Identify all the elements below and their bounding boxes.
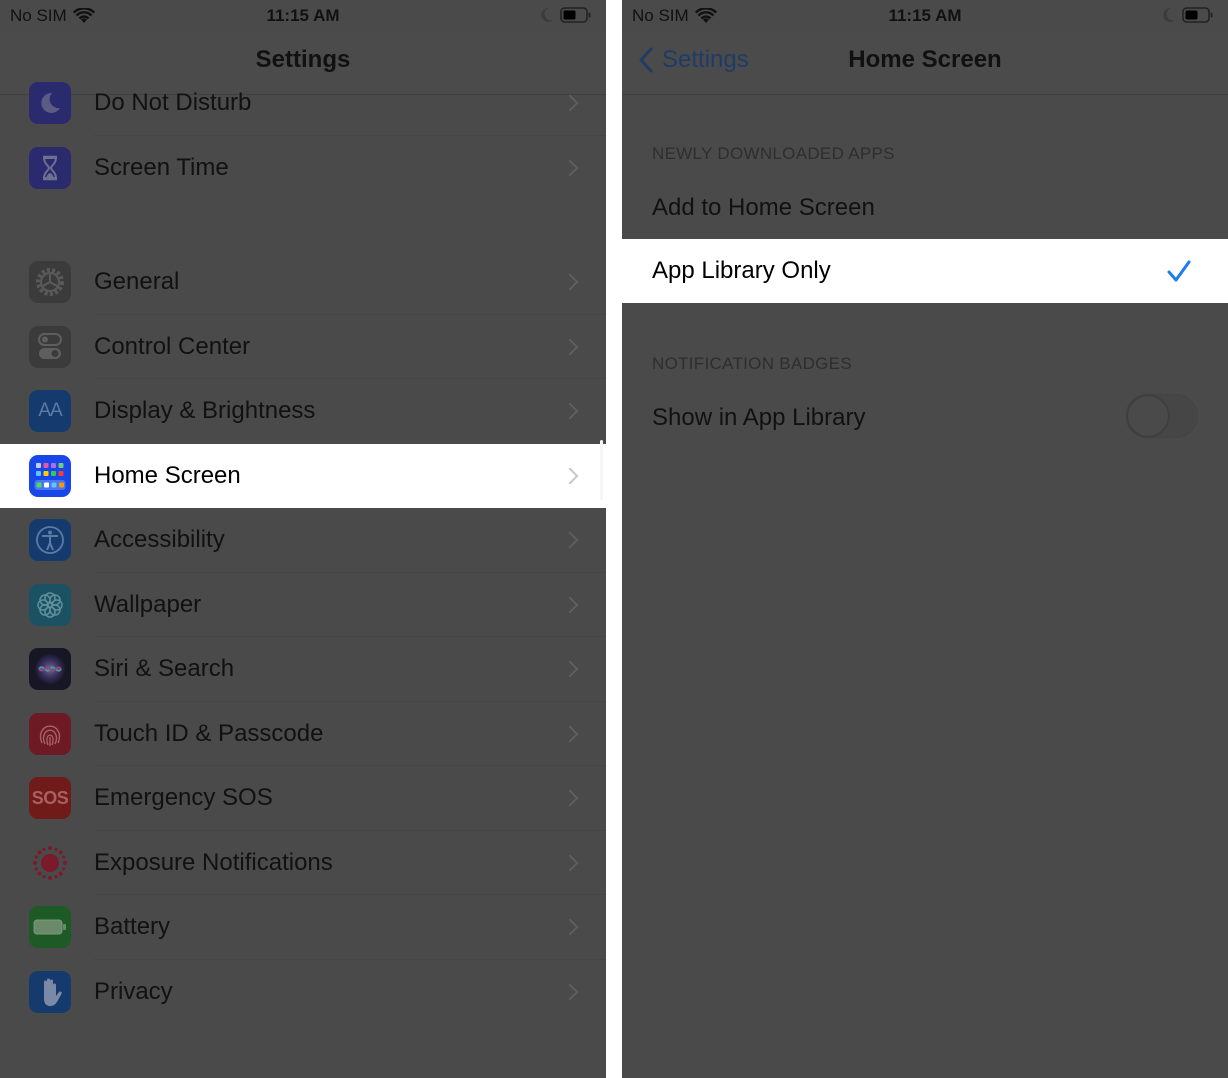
settings-item-label: General: [94, 268, 180, 296]
section-header-notification-badges: NOTIFICATION BADGES: [652, 354, 852, 373]
settings-item-label: Accessibility: [94, 526, 225, 554]
settings-item-privacy[interactable]: Privacy: [0, 960, 606, 1025]
settings-group-2: General Control Center AA Display & Brig…: [0, 250, 606, 1024]
settings-item-display-brightness[interactable]: AA Display & Brightness: [0, 379, 606, 444]
hourglass-icon: [29, 146, 71, 189]
settings-item-touch-id-passcode[interactable]: Touch ID & Passcode: [0, 702, 606, 766]
settings-item-emergency-sos[interactable]: SOS Emergency SOS: [0, 766, 606, 831]
settings-item-do-not-disturb[interactable]: Do Not Disturb: [0, 71, 606, 136]
settings-item-label: Display & Brightness: [94, 397, 316, 425]
chevron-right-icon: [561, 159, 579, 177]
hand-icon: [29, 970, 71, 1013]
option-app-library-only[interactable]: App Library Only: [622, 239, 1228, 303]
chevron-right-icon: [561, 660, 579, 678]
settings-group-1: Do Not Disturb Screen Time: [0, 71, 606, 200]
scroll-indicator[interactable]: [600, 440, 603, 500]
option-add-to-home-screen[interactable]: Add to Home Screen: [622, 176, 1228, 240]
settings-item-battery[interactable]: Battery: [0, 895, 606, 960]
settings-item-label: Privacy: [94, 977, 173, 1005]
section-header-newly-downloaded-apps: NEWLY DOWNLOADED APPS: [652, 144, 895, 163]
accessibility-icon: [29, 519, 71, 562]
settings-item-home-screen[interactable]: Home Screen: [0, 443, 606, 508]
chevron-right-icon: [561, 338, 579, 356]
option-label: App Library Only: [652, 257, 831, 284]
settings-item-label: Screen Time: [94, 153, 229, 181]
battery-icon: [29, 906, 71, 949]
settings-item-label: Battery: [94, 913, 171, 941]
setting-label: Show in App Library: [652, 404, 866, 431]
page-title: Home Screen: [848, 46, 1002, 73]
chevron-right-icon: [561, 983, 579, 1001]
chevron-right-icon: [561, 467, 579, 485]
settings-item-label: Siri & Search: [94, 655, 235, 683]
setting-show-in-app-library: Show in App Library: [622, 386, 1228, 450]
navigation-bar: Settings Home Screen: [622, 32, 1228, 95]
settings-item-siri-search[interactable]: Siri & Search: [0, 637, 606, 702]
status-bar: No SIM 11:15 AM: [622, 0, 1228, 32]
do-not-disturb-moon-icon: [1163, 7, 1175, 22]
gear-icon: [29, 261, 71, 304]
settings-item-label: Home Screen: [94, 461, 241, 489]
moon-icon: [29, 82, 71, 125]
settings-item-label: Exposure Notifications: [94, 848, 333, 876]
chevron-right-icon: [561, 402, 579, 420]
fingerprint-icon: [29, 712, 71, 755]
status-bar: No SIM 11:15 AM: [0, 0, 606, 32]
toggle-knob: [1128, 396, 1168, 436]
settings-screen: No SIM 11:15 AM Settings Do Not Disturb …: [0, 0, 606, 1078]
exposure-icon: [29, 841, 71, 884]
clock: 11:15 AM: [888, 6, 962, 25]
settings-item-label: Do Not Disturb: [94, 89, 252, 117]
chevron-right-icon: [561, 725, 579, 743]
page-title: Settings: [255, 46, 351, 73]
siri-icon: [29, 648, 71, 691]
chevron-right-icon: [561, 273, 579, 291]
settings-item-wallpaper[interactable]: Wallpaper: [0, 573, 606, 637]
chevron-right-icon: [561, 854, 579, 872]
checkmark-icon: [1167, 260, 1191, 282]
text-size-icon: AA: [29, 390, 71, 433]
settings-item-screen-time[interactable]: Screen Time: [0, 136, 606, 201]
settings-item-label: Touch ID & Passcode: [94, 719, 324, 747]
chevron-right-icon: [561, 94, 579, 112]
settings-item-exposure-notifications[interactable]: Exposure Notifications: [0, 831, 606, 895]
battery-status-icon: [560, 7, 591, 23]
clock: 11:15 AM: [266, 6, 340, 25]
chevron-right-icon: [561, 918, 579, 936]
settings-item-general[interactable]: General: [0, 250, 606, 315]
chevron-right-icon: [561, 789, 579, 807]
option-label: Add to Home Screen: [652, 194, 875, 221]
toggles-icon: [29, 325, 71, 368]
chevron-right-icon: [561, 596, 579, 614]
settings-item-label: Wallpaper: [94, 590, 202, 618]
settings-item-label: Control Center: [94, 332, 251, 360]
show-in-app-library-toggle[interactable]: [1126, 394, 1198, 438]
home-screen-settings: No SIM 11:15 AM Settings Home Screen NEW…: [622, 0, 1228, 1078]
settings-item-accessibility[interactable]: Accessibility: [0, 508, 606, 573]
sos-icon: SOS: [29, 777, 71, 820]
chevron-right-icon: [561, 531, 579, 549]
settings-item-control-center[interactable]: Control Center: [0, 315, 606, 379]
battery-status-icon: [1182, 7, 1213, 23]
settings-item-label: Emergency SOS: [94, 784, 273, 812]
home-grid-icon: [29, 454, 71, 497]
do-not-disturb-moon-icon: [541, 7, 553, 22]
flower-icon: [29, 583, 71, 626]
